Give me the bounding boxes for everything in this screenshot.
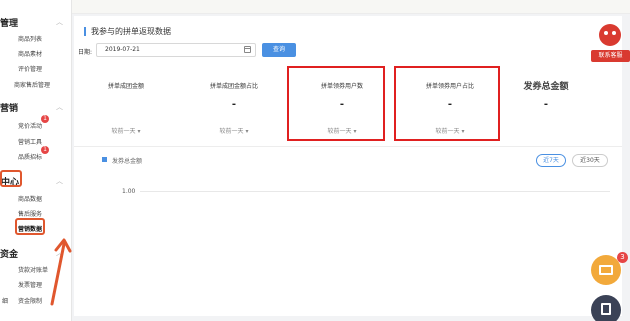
user-count-highlight-box <box>287 66 385 141</box>
sidebar-section-marketing[interactable]: 营销 <box>0 101 18 114</box>
chevron-up-icon: ︿ <box>56 177 63 185</box>
sidebar-section-manage[interactable]: 管理 <box>0 16 18 29</box>
sidebar-item-bidding[interactable]: 竞价活动 <box>18 121 42 130</box>
metric-compare[interactable]: 较前一天 ▾ <box>182 126 286 135</box>
quality-badge: 1 <box>41 146 49 154</box>
chevron-up-icon: ︿ <box>56 103 63 111</box>
sidebar-item-aftersale-management[interactable]: 商家售后管理 <box>14 80 50 89</box>
message-count-badge: 3 <box>617 252 628 263</box>
metric-value: - <box>543 99 549 110</box>
metric-compare[interactable]: 较前一天 ▾ <box>74 126 178 135</box>
sidebar: 管理 ︿ 商品列表 商品素材 评价管理 商家售后管理 营销 ︿ 竞价活动 1 营… <box>0 0 72 321</box>
chart-legend[interactable]: 发券总金额 <box>112 156 142 165</box>
sidebar-item-product-data[interactable]: 商品数据 <box>18 194 42 203</box>
sidebar-item-product-list[interactable]: 商品列表 <box>18 34 42 43</box>
envelope-icon <box>599 265 613 275</box>
sidebar-item-invoice[interactable]: 发票管理 <box>18 280 42 289</box>
chart-gridline <box>140 191 610 192</box>
marketing-data-highlight-box <box>15 218 45 235</box>
legend-swatch <box>102 157 107 162</box>
date-label: 日期: <box>78 49 93 56</box>
metric-title: 拼单成团金额占比 <box>209 83 258 90</box>
contact-service-label: 联系客服 <box>591 50 630 62</box>
date-value: 2019-07-21 <box>105 46 140 53</box>
stray-label: 细 <box>2 298 9 305</box>
chevron-up-icon: ︿ <box>56 18 63 26</box>
metric-title: 拼单成团金额 <box>107 83 144 90</box>
metric-title: 发券总金额 <box>523 82 569 92</box>
y-axis-tick: 1.00 <box>122 188 136 195</box>
page-title: 我参与的拼单返现数据 <box>84 27 171 36</box>
bidding-badge: 1 <box>41 115 49 123</box>
main-panel: 我参与的拼单返现数据 日期: 2019-07-21 查询 拼单成团金额 较前一天… <box>74 16 622 316</box>
divider <box>74 146 622 147</box>
sidebar-item-product-material[interactable]: 商品素材 <box>18 49 42 58</box>
metric-card: 拼单成团金额 较前一天 ▾ <box>74 71 178 143</box>
sidebar-item-fund-limit[interactable]: 资金限制 <box>18 296 42 305</box>
date-picker-input[interactable]: 2019-07-21 <box>96 43 256 57</box>
top-notice-bar <box>72 0 630 14</box>
robot-icon <box>599 24 621 46</box>
metric-card: 发券总金额 - <box>494 71 598 143</box>
customer-service-widget[interactable]: 联系客服 <box>591 18 630 66</box>
sidebar-item-quality-tender[interactable]: 品质招标 <box>18 152 42 161</box>
range-30-days-button[interactable]: 近30天 <box>572 154 608 167</box>
calendar-icon[interactable] <box>244 46 251 53</box>
range-7-days-button[interactable]: 近7天 <box>536 154 566 167</box>
query-button[interactable]: 查询 <box>262 43 296 57</box>
edit-icon <box>601 303 611 315</box>
center-highlight-box <box>0 170 22 187</box>
metric-value: - <box>231 99 237 110</box>
screenshot-frame: 管理 ︿ 商品列表 商品素材 评价管理 商家售后管理 营销 ︿ 竞价活动 1 营… <box>0 0 630 321</box>
feedback-button[interactable] <box>591 295 621 321</box>
metric-card: 拼单成团金额占比 - 较前一天 ▾ <box>182 71 286 143</box>
sidebar-section-funds[interactable]: 资金 <box>0 247 18 260</box>
sidebar-item-review-management[interactable]: 评价管理 <box>18 64 42 73</box>
sidebar-item-marketing-tools[interactable]: 营销工具 <box>18 137 42 146</box>
sidebar-item-aftersale-service[interactable]: 售后服务 <box>18 209 42 218</box>
user-ratio-highlight-box <box>394 66 500 141</box>
